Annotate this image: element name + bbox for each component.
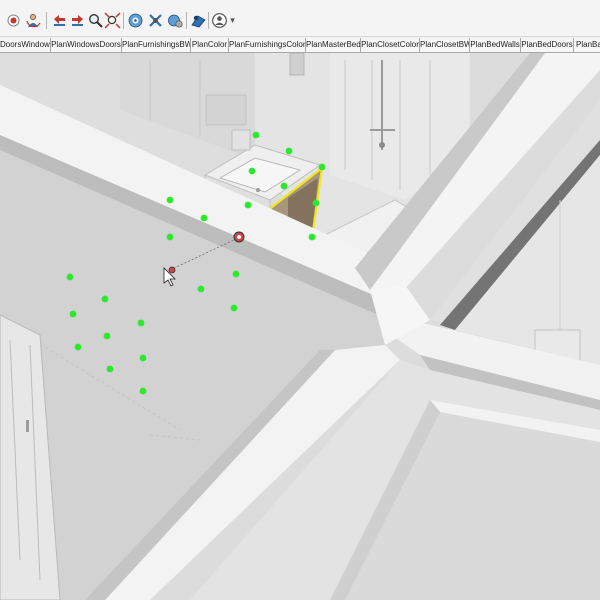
toolbar-separator [46,12,47,29]
zoom-extents-icon[interactable] [103,11,122,30]
user-account-icon[interactable] [210,11,229,30]
position-camera-icon[interactable] [189,11,208,30]
tab-plan-closet-color[interactable]: PlanClosetColor [361,38,420,52]
previous-view-icon[interactable] [50,11,69,30]
tab-plan-furnishings-color[interactable]: PlanFurnishingsColor [229,38,306,52]
next-view-icon[interactable] [68,11,87,30]
toolbar-separator [208,12,209,29]
tab-plan-closet-bw[interactable]: PlanClosetBW [420,38,470,52]
tab-doors-windows[interactable]: DoorsWindows [0,38,51,52]
section-plane-icon[interactable] [126,11,145,30]
toolbar-separator [186,12,187,29]
walk-icon[interactable] [146,11,165,30]
look-around-icon[interactable] [166,11,185,30]
tab-plan-bed-doors[interactable]: PlanBedDoors [521,38,574,52]
camera-eye-icon[interactable] [233,231,245,243]
record-icon[interactable] [4,11,23,30]
tab-plan-ba[interactable]: PlanBa [574,38,600,52]
3d-model-scene [0,53,600,600]
tab-plan-bed-walls[interactable]: PlanBedWalls [470,38,521,52]
tab-plan-master-bed[interactable]: PlanMasterBed [306,38,361,52]
model-viewport[interactable] [0,53,600,600]
orbit-user-icon[interactable] [24,11,43,30]
tab-plan-furnishings-bw[interactable]: PlanFurnishingsBW [122,38,191,52]
scene-tabs-bar: DoorsWindows PlanWindowsDoors PlanFurnis… [0,37,600,53]
chevron-down-icon: ▾ [230,15,235,25]
toolbar: ▾ [0,0,600,37]
tab-plan-color[interactable]: PlanColor [191,38,229,52]
account-dropdown-button[interactable]: ▾ [228,11,237,30]
toolbar-separator [123,12,124,29]
tab-plan-windows-doors[interactable]: PlanWindowsDoors [51,38,122,52]
sketchup-window: ▾ DoorsWindows PlanWindowsDoors PlanFurn… [0,0,600,600]
